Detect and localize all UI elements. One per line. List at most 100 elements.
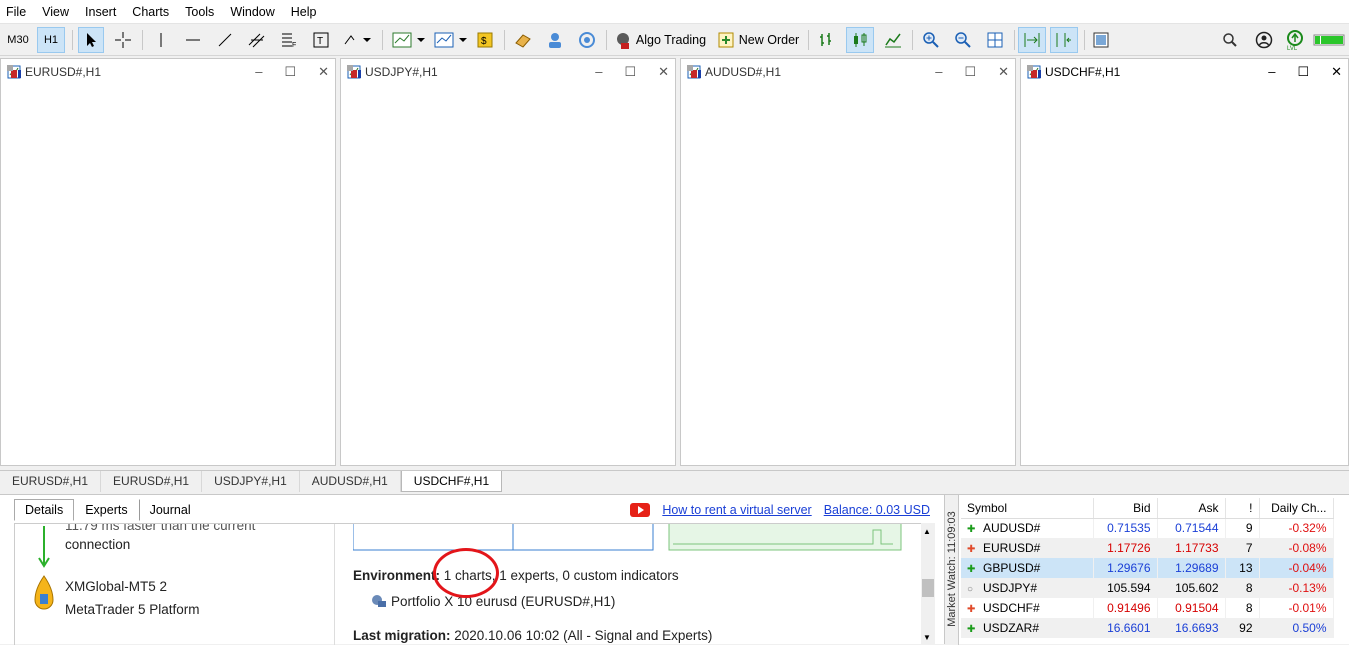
timeframe-m30-button[interactable]: M30 [4,27,32,53]
chart-window-usdjpy[interactable]: USDJPY#, H1: US Dollar vs Japanese Yen10… [340,58,676,466]
flag-icon [698,70,701,78]
menu-tools[interactable]: Tools [177,5,222,19]
chart-svg[interactable] [7,89,331,461]
chart-tab-audusd[interactable]: AUDUSD#,H1 [300,470,401,492]
minimize-icon[interactable]: ‒ [1268,64,1275,80]
market-watch-row[interactable]: ✚ USDZAR# 16.6601 16.6693 92 0.50% [961,618,1334,638]
close-icon[interactable]: ✕ [998,64,1009,80]
profiles-icon[interactable]: $ [472,27,498,53]
market-watch-row[interactable]: ○ USDJPY# 105.594 105.602 8 -0.13% [961,578,1334,598]
scroll-down-icon[interactable]: ▼ [923,633,931,642]
col-spread[interactable]: ! [1225,498,1260,519]
menu-insert[interactable]: Insert [77,5,124,19]
market-watch-row[interactable]: ✚ AUDUSD# 0.71535 0.71544 9 -0.32% [961,518,1334,538]
market-watch-table: Symbol Bid Ask ! Daily Ch... ✚ AUDUSD# 0.7… [961,498,1334,638]
chart-tab-usdjpy[interactable]: USDJPY#,H1 [202,470,300,492]
minimize-icon[interactable]: ‒ [595,64,602,80]
youtube-icon[interactable] [630,503,651,517]
text-icon[interactable]: T [308,27,334,53]
current-price-box [687,65,693,71]
menu-help[interactable]: Help [283,5,325,19]
tab-details[interactable]: Details [14,499,75,521]
chart-window-audusd[interactable]: AUDUSD#, H1: Australian Dollar vs US Dol… [680,58,1016,466]
zoom-in-icon[interactable] [918,27,944,53]
current-price-box [347,65,353,71]
tab-experts[interactable]: Experts [74,499,138,521]
candlestick-icon[interactable] [846,27,874,53]
close-icon[interactable]: ✕ [318,64,329,80]
chart-tab-eurusd-2[interactable]: EURUSD#,H1 [101,470,203,492]
market-icon[interactable] [510,27,536,53]
vertical-line-icon[interactable] [148,27,174,53]
rent-vps-link[interactable]: How to rent a virtual server [662,503,811,517]
chart-svg[interactable] [687,89,1011,461]
timeframe-h1-button[interactable]: H1 [37,27,65,53]
current-price-box [7,65,13,71]
level-icon[interactable]: LVL [1282,27,1308,53]
channel-icon[interactable] [244,27,270,53]
balance-link[interactable]: Balance: 0.03 USD [824,503,930,517]
symbol-cell: ✚ USDCHF# [961,598,1094,618]
fibonacci-icon[interactable]: F [276,27,302,53]
vps-icon[interactable] [574,27,600,53]
zoom-out-icon[interactable] [950,27,976,53]
menu-view[interactable]: View [34,5,77,19]
menu-window[interactable]: Window [222,5,282,19]
autoscroll-icon[interactable] [1018,27,1046,53]
chart-tab-eurusd-1[interactable]: EURUSD#,H1 [0,470,102,492]
menu-bar: File View Insert Charts Tools Window Hel… [0,0,1349,24]
minimize-icon[interactable]: ‒ [255,64,262,80]
maximize-icon[interactable]: ☐ [964,64,976,80]
details-scrollbar[interactable]: ▲ ▼ [921,523,935,645]
close-icon[interactable]: ✕ [1331,64,1342,80]
chart-shift-icon[interactable] [1050,27,1078,53]
scroll-up-icon[interactable]: ▲ [923,527,931,536]
new-order-button[interactable]: New Order [714,27,802,53]
market-watch-row[interactable]: ✚ EURUSD# 1.17726 1.17733 7 -0.08% [961,538,1334,558]
chart-window-eurusd[interactable]: EURUSD#, H1: Euro vs US Dollar1.179801.1… [0,58,336,466]
line-chart-icon[interactable] [880,27,906,53]
chart-window-title-text: AUDUSD#,H1 [705,65,782,79]
chart-window-icon: AUDUSD#, H1: Australian Dollar vs US Dol… [687,65,701,79]
chart-plot[interactable] [687,89,1011,461]
chart-plot[interactable] [7,89,331,461]
crosshair-icon[interactable] [110,27,136,53]
col-daily-change[interactable]: Daily Ch... [1259,498,1334,519]
tab-journal[interactable]: Journal [138,499,202,521]
arrow-up-icon: ✚ [967,624,976,635]
cursor-icon[interactable] [78,27,104,53]
current-price-box [1027,65,1033,71]
scroll-thumb[interactable] [922,579,934,597]
search-icon[interactable] [1218,27,1242,53]
chart-plot[interactable] [1027,89,1347,461]
tile-windows-icon[interactable] [982,27,1008,53]
close-icon[interactable]: ✕ [658,64,669,80]
horizontal-line-icon[interactable] [180,27,206,53]
maximize-icon[interactable]: ☐ [1297,64,1309,80]
chart-plot[interactable] [347,89,671,461]
col-ask[interactable]: Ask [1157,498,1226,519]
new-chart-icon[interactable] [388,27,428,53]
minimize-icon[interactable]: ‒ [935,64,942,80]
chart-tab-usdchf[interactable]: USDCHF#,H1 [400,470,503,492]
signals-icon[interactable] [542,27,568,53]
chart-svg[interactable] [347,89,671,461]
col-bid[interactable]: Bid [1093,498,1158,519]
template-icon[interactable] [430,27,470,53]
maximize-icon[interactable]: ☐ [284,64,296,80]
shapes-dropdown-icon[interactable] [340,27,374,53]
chart-window-usdchf[interactable]: USDCHF#, H1: US Dollar vs Swiss Franc0.9… [1020,58,1349,466]
market-watch-row[interactable]: ✚ GBPUSD# 1.29676 1.29689 13 -0.04% [961,558,1334,578]
bar-chart-icon[interactable] [814,27,840,53]
menu-charts[interactable]: Charts [124,5,177,19]
trendline-icon[interactable] [212,27,238,53]
flag-icon [1038,70,1041,78]
maximize-icon[interactable]: ☐ [624,64,636,80]
screenshot-icon[interactable] [1088,27,1114,53]
market-watch-row[interactable]: ✚ USDCHF# 0.91496 0.91504 8 -0.01% [961,598,1334,618]
account-icon[interactable] [1252,27,1276,53]
col-symbol[interactable]: Symbol [961,498,1094,519]
chart-svg[interactable] [1027,89,1347,461]
menu-file[interactable]: File [0,5,34,19]
algo-trading-button[interactable]: Algo Trading [612,27,708,53]
